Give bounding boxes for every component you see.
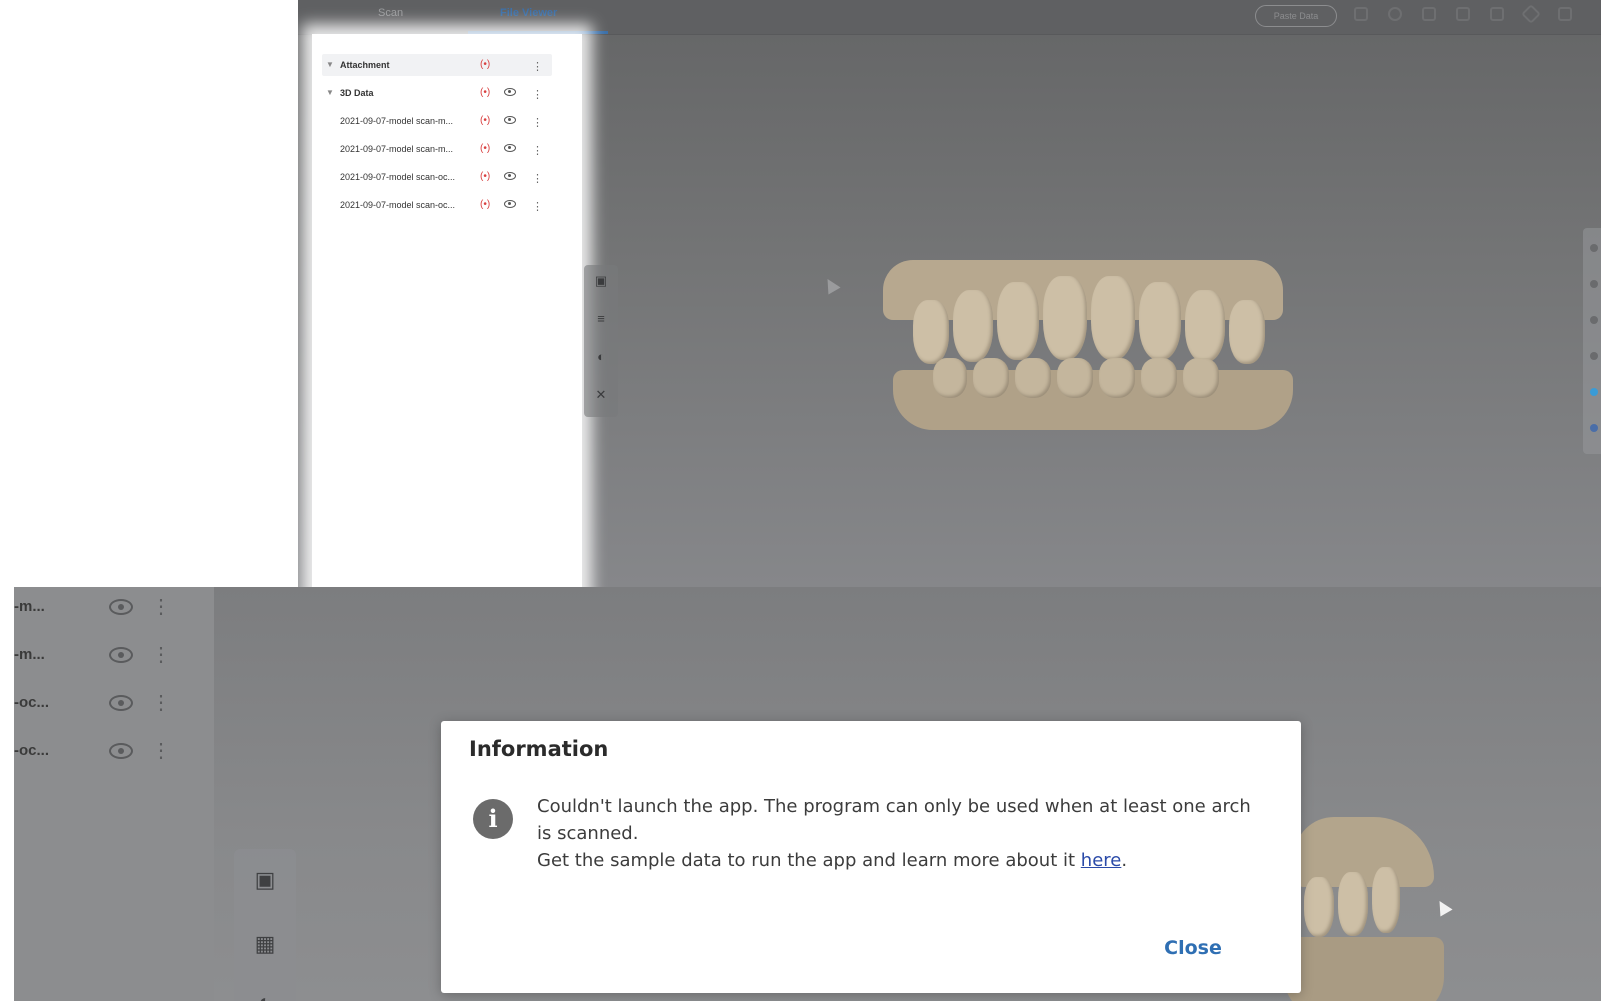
copy-icon[interactable] bbox=[1490, 7, 1504, 21]
scissors-icon[interactable]: ✕ bbox=[593, 387, 609, 403]
tree-row-file[interactable]: 2021-09-07-model scan-oc... (•) ⋮ bbox=[322, 166, 552, 188]
tree-row-label: -oc... bbox=[14, 694, 50, 711]
eye-icon[interactable] bbox=[504, 200, 516, 208]
toolbar-icon-2[interactable] bbox=[1388, 7, 1402, 21]
tree-row-label: -m... bbox=[14, 598, 45, 615]
here-link[interactable]: here bbox=[1081, 850, 1122, 871]
tree-row-label: 2021-09-07-model scan-oc... bbox=[340, 172, 456, 182]
close-button[interactable]: Close bbox=[1153, 931, 1233, 965]
eye-icon[interactable] bbox=[109, 743, 133, 759]
file-tree-strip: -m... ⋮ -m... ⋮ -oc... ⋮ -oc... ⋮ bbox=[14, 587, 214, 1001]
top-header-bar: Scan File Viewer Paste Data bbox=[298, 0, 1601, 35]
toolbar-icon-1[interactable] bbox=[1354, 7, 1368, 21]
tree-row-label: Attachment bbox=[340, 60, 390, 70]
top-viewer-panel: Scan File Viewer Paste Data ▼ Attachment… bbox=[298, 0, 1601, 587]
fit-view-icon[interactable]: ▣ bbox=[250, 865, 280, 895]
eye-icon[interactable] bbox=[504, 116, 516, 124]
more-vert-icon[interactable]: ⋮ bbox=[532, 112, 543, 134]
export-icon[interactable] bbox=[1558, 7, 1572, 21]
tool-dot-icon[interactable] bbox=[1590, 316, 1598, 324]
file-tree-panel: ▼ Attachment (•) ⋮ ▼ 3D Data (•) ⋮ 2021-… bbox=[312, 34, 582, 587]
tree-row-file[interactable]: -oc... ⋮ bbox=[14, 736, 204, 766]
more-vert-icon[interactable]: ⋮ bbox=[532, 168, 543, 190]
tab-scan[interactable]: Scan bbox=[378, 7, 403, 19]
tree-row-attachment[interactable]: ▼ Attachment (•) ⋮ bbox=[322, 54, 552, 76]
paste-data-button[interactable]: Paste Data bbox=[1255, 5, 1337, 27]
tree-row-label: 2021-09-07-model scan-m... bbox=[340, 116, 454, 126]
fit-view-icon[interactable]: ▣ bbox=[593, 273, 609, 289]
tool-dot-icon[interactable] bbox=[1590, 352, 1598, 360]
tree-row-file[interactable]: 2021-09-07-model scan-m... (•) ⋮ bbox=[322, 138, 552, 160]
color-dot-icon[interactable] bbox=[1590, 388, 1598, 396]
eye-icon[interactable] bbox=[109, 599, 133, 615]
tree-row-file[interactable]: 2021-09-07-model scan-m... (•) ⋮ bbox=[322, 110, 552, 132]
trash-icon[interactable] bbox=[1456, 7, 1470, 21]
info-icon: i bbox=[473, 799, 513, 839]
tree-row-file[interactable]: -m... ⋮ bbox=[14, 640, 204, 670]
eye-icon[interactable] bbox=[109, 695, 133, 711]
information-dialog: Information i Couldn't launch the app. T… bbox=[441, 721, 1301, 993]
more-vert-icon[interactable]: ⋮ bbox=[532, 84, 543, 106]
toolbar-icon-3[interactable] bbox=[1422, 7, 1436, 21]
right-side-toolbar bbox=[1583, 228, 1601, 454]
align-icon[interactable]: ▦ bbox=[250, 929, 280, 959]
more-vert-icon[interactable]: ⋮ bbox=[151, 594, 171, 619]
more-vert-icon[interactable]: ⋮ bbox=[532, 196, 543, 218]
hide-icon[interactable]: (•) bbox=[480, 58, 490, 72]
dialog-message-suffix: . bbox=[1121, 850, 1128, 871]
tree-row-label: 2021-09-07-model scan-oc... bbox=[340, 200, 456, 210]
viewer-side-toolbar: ▣ ▦ ◐ bbox=[234, 849, 296, 1001]
dialog-message: Couldn't launch the app. The program can… bbox=[537, 793, 1267, 874]
tool-dot-icon[interactable] bbox=[1590, 244, 1598, 252]
tree-row-label: -m... bbox=[14, 646, 45, 663]
align-icon[interactable]: ≡ bbox=[593, 311, 609, 327]
dialog-message-line1: Couldn't launch the app. The program can… bbox=[537, 796, 1251, 844]
viewer-side-toolbar: ▣ ≡ ◐ ✕ bbox=[584, 265, 618, 417]
tree-row-label: 3D Data bbox=[340, 88, 374, 98]
eye-icon[interactable] bbox=[504, 144, 516, 152]
dialog-title: Information bbox=[469, 737, 609, 761]
more-vert-icon[interactable]: ⋮ bbox=[151, 690, 171, 715]
half-sphere-icon[interactable]: ◐ bbox=[593, 349, 609, 365]
hide-icon[interactable]: (•) bbox=[480, 198, 490, 212]
eye-icon[interactable] bbox=[504, 172, 516, 180]
teeth-3d-model[interactable] bbox=[873, 240, 1303, 440]
eye-icon[interactable] bbox=[109, 647, 133, 663]
cursor-icon bbox=[821, 275, 841, 295]
hide-icon[interactable]: (•) bbox=[480, 86, 490, 100]
tree-row-file[interactable]: 2021-09-07-model scan-oc... (•) ⋮ bbox=[322, 194, 552, 216]
more-vert-icon[interactable]: ⋮ bbox=[151, 642, 171, 667]
tree-row-label: 2021-09-07-model scan-m... bbox=[340, 144, 454, 154]
hide-icon[interactable]: (•) bbox=[480, 142, 490, 156]
chevron-down-icon[interactable]: ▼ bbox=[326, 82, 334, 104]
more-vert-icon[interactable]: ⋮ bbox=[151, 738, 171, 763]
tree-row-3d-data[interactable]: ▼ 3D Data (•) ⋮ bbox=[322, 82, 552, 104]
tree-row-label: -oc... bbox=[14, 742, 50, 759]
tree-row-file[interactable]: -oc... ⋮ bbox=[14, 688, 204, 718]
more-vert-icon[interactable]: ⋮ bbox=[532, 56, 543, 78]
dialog-message-line2: Get the sample data to run the app and l… bbox=[537, 850, 1081, 871]
more-vert-icon[interactable]: ⋮ bbox=[532, 140, 543, 162]
half-sphere-icon[interactable]: ◐ bbox=[250, 987, 280, 1001]
tree-row-file[interactable]: -m... ⋮ bbox=[14, 592, 204, 622]
chevron-down-icon[interactable]: ▼ bbox=[326, 54, 334, 76]
tool-icon[interactable] bbox=[1521, 4, 1541, 24]
tool-dot-icon[interactable] bbox=[1590, 424, 1598, 432]
eye-icon[interactable] bbox=[504, 88, 516, 96]
tool-dot-icon[interactable] bbox=[1590, 280, 1598, 288]
hide-icon[interactable]: (•) bbox=[480, 170, 490, 184]
hide-icon[interactable]: (•) bbox=[480, 114, 490, 128]
tab-file-viewer[interactable]: File Viewer bbox=[500, 7, 557, 19]
